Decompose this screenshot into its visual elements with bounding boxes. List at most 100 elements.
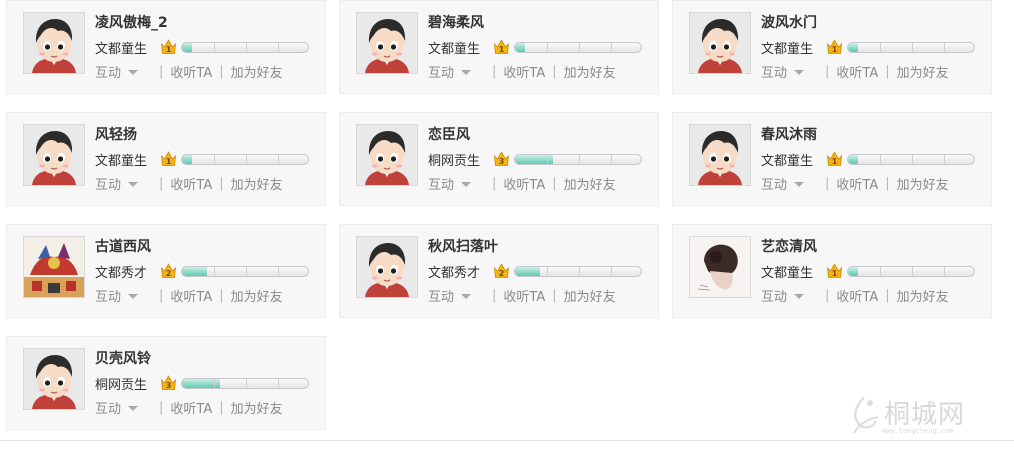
user-name[interactable]: 恋臣风 <box>428 124 470 144</box>
chevron-down-icon[interactable] <box>461 294 472 299</box>
festival-photo-avatar-icon <box>24 237 84 297</box>
add-friend-button[interactable]: 加为好友 <box>564 286 616 305</box>
default-boy-avatar-icon <box>24 349 84 409</box>
add-friend-button[interactable]: 加为好友 <box>231 286 283 305</box>
level-badge-icon: 2 <box>160 263 177 278</box>
interact-dropdown[interactable]: 互动 <box>761 174 787 193</box>
add-friend-button[interactable]: 加为好友 <box>564 174 616 193</box>
chevron-down-icon[interactable] <box>794 70 805 75</box>
user-name[interactable]: 春风沐雨 <box>761 124 817 144</box>
level-badge-icon: 3 <box>160 375 177 390</box>
interact-dropdown[interactable]: 互动 <box>95 398 121 417</box>
add-friend-button[interactable]: 加为好友 <box>231 174 283 193</box>
chevron-down-icon[interactable] <box>128 182 139 187</box>
progress-divider <box>944 155 945 164</box>
follow-button[interactable]: 收听TA <box>503 62 545 81</box>
user-avatar[interactable] <box>689 236 751 298</box>
progress-divider <box>246 267 247 276</box>
follow-button[interactable]: 收听TA <box>503 174 545 193</box>
svg-text:1: 1 <box>499 45 505 54</box>
user-name[interactable]: 凌风傲梅_2 <box>95 12 168 32</box>
follow-button[interactable]: 收听TA <box>836 62 878 81</box>
user-rank: 桐网贡生 <box>428 154 481 169</box>
user-avatar[interactable] <box>23 12 85 74</box>
user-avatar[interactable] <box>23 348 85 410</box>
user-actions: 互动 | 收听TA | 加为好友 <box>428 286 616 305</box>
chevron-down-icon[interactable] <box>794 294 805 299</box>
user-avatar[interactable] <box>356 124 418 186</box>
action-separator: | <box>159 64 164 79</box>
follow-button[interactable]: 收听TA <box>170 62 212 81</box>
level-badge: 1 <box>160 150 177 167</box>
progress-divider <box>944 267 945 276</box>
user-name[interactable]: 艺恋清风 <box>761 236 817 256</box>
user-name[interactable]: 碧海柔风 <box>428 12 484 32</box>
add-friend-button[interactable]: 加为好友 <box>564 62 616 81</box>
user-avatar[interactable] <box>23 124 85 186</box>
user-avatar[interactable] <box>356 236 418 298</box>
add-friend-button[interactable]: 加为好友 <box>231 62 283 81</box>
progress-divider <box>214 379 215 388</box>
user-avatar[interactable] <box>356 12 418 74</box>
user-card: 碧海柔风 文都童生 1 互动 | 收听TA | 加为好友 <box>339 0 659 94</box>
user-actions: 互动 | 收听TA | 加为好友 <box>95 62 283 81</box>
follow-button[interactable]: 收听TA <box>170 286 212 305</box>
user-rank: 桐网贡生 <box>95 378 148 393</box>
chevron-down-icon[interactable] <box>461 182 472 187</box>
progress-divider <box>579 43 580 52</box>
level-progress-bar <box>181 378 309 389</box>
interact-dropdown[interactable]: 互动 <box>761 62 787 81</box>
action-separator: | <box>825 64 830 79</box>
user-rank: 文都童生 <box>428 42 481 57</box>
level-progress-fill <box>182 43 193 52</box>
chevron-down-icon[interactable] <box>128 70 139 75</box>
chevron-down-icon[interactable] <box>128 294 139 299</box>
user-name[interactable]: 秋风扫落叶 <box>428 236 498 256</box>
follow-button[interactable]: 收听TA <box>503 286 545 305</box>
chevron-down-icon[interactable] <box>128 406 139 411</box>
progress-divider <box>246 379 247 388</box>
level-badge-icon: 3 <box>493 151 510 166</box>
level-badge: 3 <box>493 150 510 167</box>
add-friend-button[interactable]: 加为好友 <box>897 62 949 81</box>
progress-divider <box>611 267 612 276</box>
action-separator: | <box>885 64 890 79</box>
user-name[interactable]: 风轻扬 <box>95 124 137 144</box>
add-friend-button[interactable]: 加为好友 <box>897 286 949 305</box>
user-name[interactable]: 贝壳风铃 <box>95 348 151 368</box>
interact-dropdown[interactable]: 互动 <box>428 174 454 193</box>
progress-divider <box>547 43 548 52</box>
follow-button[interactable]: 收听TA <box>836 286 878 305</box>
progress-divider <box>944 43 945 52</box>
action-separator: | <box>219 64 224 79</box>
user-avatar[interactable] <box>689 124 751 186</box>
level-badge: 1 <box>493 38 510 55</box>
interact-dropdown[interactable]: 互动 <box>761 286 787 305</box>
add-friend-button[interactable]: 加为好友 <box>231 398 283 417</box>
user-name[interactable]: 波风水门 <box>761 12 817 32</box>
interact-dropdown[interactable]: 互动 <box>95 62 121 81</box>
add-friend-button[interactable]: 加为好友 <box>897 174 949 193</box>
interact-dropdown[interactable]: 互动 <box>428 62 454 81</box>
user-rank: 文都秀才 <box>428 266 481 281</box>
user-name[interactable]: 古道西风 <box>95 236 151 256</box>
interact-dropdown[interactable]: 互动 <box>95 174 121 193</box>
level-badge-icon: 1 <box>160 39 177 54</box>
chevron-down-icon[interactable] <box>461 70 472 75</box>
level-progress-bar <box>181 266 309 277</box>
interact-dropdown[interactable]: 互动 <box>95 286 121 305</box>
user-avatar[interactable] <box>689 12 751 74</box>
action-separator: | <box>492 176 497 191</box>
user-rank: 文都童生 <box>761 154 814 169</box>
progress-divider <box>278 267 279 276</box>
user-rank: 文都童生 <box>95 154 148 169</box>
user-avatar[interactable] <box>23 236 85 298</box>
footer-divider <box>0 440 1014 441</box>
follow-button[interactable]: 收听TA <box>170 398 212 417</box>
progress-divider <box>912 267 913 276</box>
interact-dropdown[interactable]: 互动 <box>428 286 454 305</box>
follow-button[interactable]: 收听TA <box>836 174 878 193</box>
chevron-down-icon[interactable] <box>794 182 805 187</box>
user-card: 凌风傲梅_2 文都童生 1 互动 | 收听TA | 加为好友 <box>6 0 326 94</box>
follow-button[interactable]: 收听TA <box>170 174 212 193</box>
